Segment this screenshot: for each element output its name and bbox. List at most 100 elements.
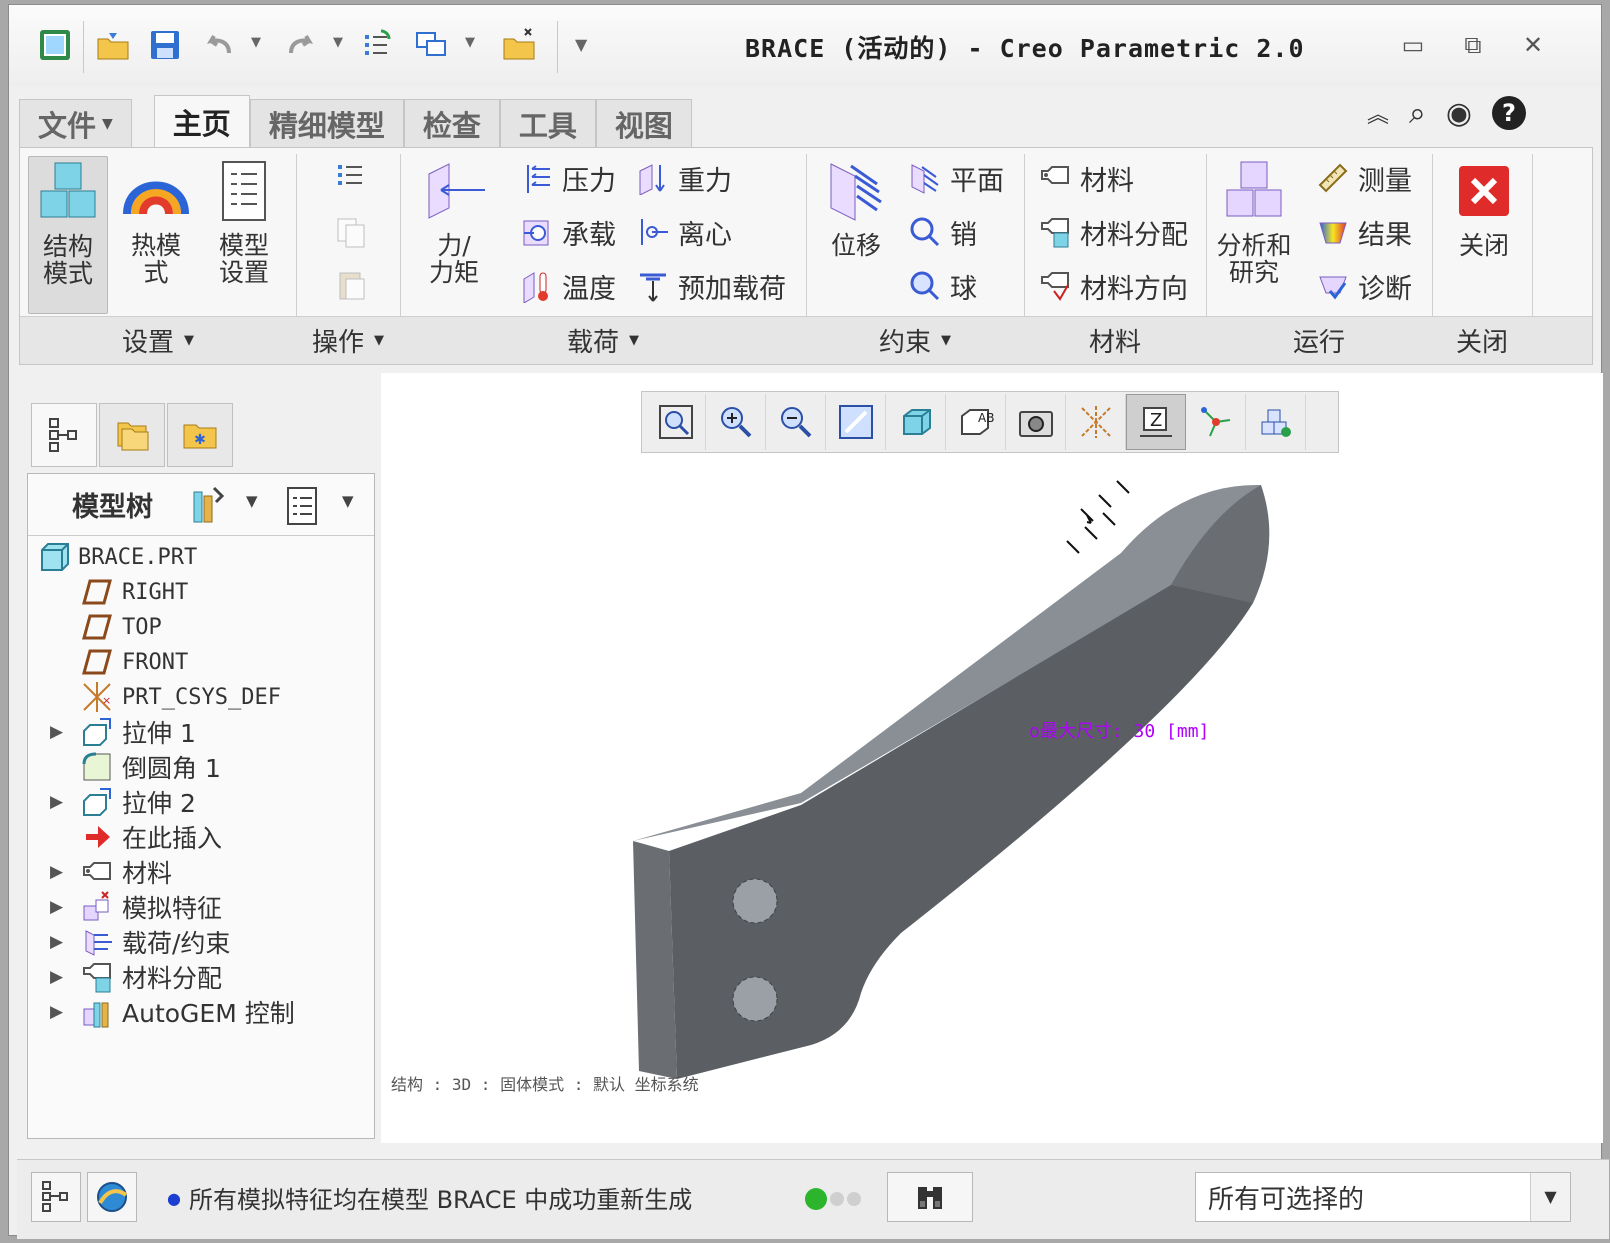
- minimize-ribbon-icon[interactable]: ︽: [1367, 97, 1389, 129]
- open-folder-icon[interactable]: [93, 23, 133, 67]
- saved-orientations-button[interactable]: AB: [946, 394, 1006, 450]
- material-assignment-label: 材料分配: [1080, 219, 1188, 251]
- bearing-button[interactable]: 承载: [520, 212, 616, 252]
- view-manager-button[interactable]: [1006, 394, 1066, 450]
- datum-plane-icon: [80, 575, 114, 609]
- redo-icon[interactable]: [281, 23, 321, 67]
- refit-button[interactable]: [646, 394, 706, 450]
- analyses-studies-button[interactable]: 分析和 研究: [1214, 156, 1294, 286]
- setup-group-button[interactable]: 设置 ▼: [20, 316, 296, 364]
- ball-button[interactable]: 球: [908, 266, 977, 306]
- search-icon[interactable]: ⌕: [1409, 96, 1426, 131]
- material-orientation-button[interactable]: 材料方向: [1038, 266, 1188, 306]
- temperature-button[interactable]: 温度: [520, 266, 616, 306]
- community-icon[interactable]: ◉: [1446, 96, 1472, 131]
- datum-display-button[interactable]: [1066, 394, 1126, 450]
- loads-constraints-icon: [80, 925, 114, 959]
- folder-browser-tab[interactable]: [99, 403, 165, 467]
- preload-button[interactable]: 预加载荷: [636, 266, 786, 306]
- planar-button[interactable]: 平面: [908, 158, 1004, 198]
- zoom-in-button[interactable]: [706, 394, 766, 450]
- display-style-icon: [902, 409, 931, 435]
- repaint-button[interactable]: [826, 394, 886, 450]
- expand-arrow-icon[interactable]: ▶: [50, 932, 66, 952]
- setup-group-label: 设置: [121, 328, 174, 358]
- expand-arrow-icon[interactable]: ▶: [50, 1002, 66, 1022]
- zoom-out-button[interactable]: [766, 394, 826, 450]
- constraints-group-button[interactable]: 约束 ▼: [806, 316, 1024, 364]
- close-window-folder-icon[interactable]: [499, 23, 539, 67]
- loads-group-button[interactable]: 载荷 ▼: [400, 316, 806, 364]
- toggle-browser-button[interactable]: [87, 1172, 137, 1222]
- material-button[interactable]: 材料: [1038, 158, 1134, 198]
- windows-icon[interactable]: [411, 23, 451, 67]
- thermal-mode-label: 热模 式: [130, 231, 181, 287]
- diagnostics-button[interactable]: 诊断: [1316, 266, 1412, 306]
- planar-icon: [911, 164, 939, 194]
- tree-show-icon[interactable]: [282, 484, 322, 528]
- favorites-tab[interactable]: ✱: [167, 403, 233, 467]
- tab-refine-model[interactable]: 精细模型: [249, 99, 404, 147]
- centrifugal-button[interactable]: 离心: [636, 212, 732, 252]
- pressure-button[interactable]: 压力: [520, 158, 616, 198]
- material-label: 材料: [1080, 165, 1134, 197]
- model-setup-label: 模型 设置: [218, 231, 269, 287]
- force-moment-button[interactable]: 力/ 力矩: [414, 156, 494, 286]
- pin-button[interactable]: 销: [908, 212, 977, 252]
- model-tree-panel: 模型树 ▼ ▼ BRACE.PRT RIGHT TOP FRONT × PRT_CSYS_…: [27, 473, 375, 1139]
- tree-item-label: TOP: [122, 614, 162, 640]
- chevron-down-icon[interactable]: ▼: [246, 492, 258, 510]
- tab-file[interactable]: 文件 ▼: [19, 99, 132, 147]
- chevron-down-icon[interactable]: ▼: [1530, 1173, 1570, 1221]
- model-tree-tab[interactable]: [31, 403, 97, 467]
- find-button[interactable]: [887, 1172, 973, 1222]
- tab-inspect[interactable]: 检查: [403, 99, 500, 147]
- tree-item-label: RIGHT: [122, 579, 189, 605]
- expand-arrow-icon[interactable]: ▶: [50, 967, 66, 987]
- toggle-navigator-button[interactable]: [31, 1172, 81, 1222]
- brace-model-view[interactable]: [381, 373, 1603, 1143]
- thermal-mode-button[interactable]: 热模 式: [116, 156, 196, 286]
- tree-item-label: 拉伸 1: [122, 719, 196, 748]
- displacement-button[interactable]: 位移: [816, 156, 896, 259]
- material-assignment-button[interactable]: 材料分配: [1038, 212, 1188, 252]
- restore-icon[interactable]: ⧉: [1453, 27, 1493, 63]
- material-orientation-icon: [1041, 272, 1069, 301]
- results-button[interactable]: 结果: [1316, 212, 1412, 252]
- measure-button[interactable]: 测量: [1316, 158, 1412, 198]
- structure-mode-button[interactable]: 结构 模式: [28, 156, 108, 314]
- save-icon[interactable]: [145, 23, 185, 67]
- regenerate-icon[interactable]: [357, 23, 397, 67]
- tree-item-label: 材料: [122, 859, 173, 888]
- close-icon[interactable]: ✕: [1513, 27, 1553, 63]
- tab-home[interactable]: 主页: [153, 95, 250, 147]
- undo-icon[interactable]: [199, 23, 239, 67]
- minimize-icon[interactable]: ▭: [1393, 27, 1433, 63]
- spin-center-button[interactable]: [1186, 394, 1246, 450]
- regenerate-button[interactable]: [334, 156, 376, 196]
- display-style-button[interactable]: [886, 394, 946, 450]
- model-hole-lower: [732, 976, 778, 1022]
- tab-tools[interactable]: 工具: [499, 99, 596, 147]
- expand-arrow-icon[interactable]: ▶: [50, 722, 66, 742]
- simulation-display-button[interactable]: Z: [1126, 394, 1186, 450]
- copy-button[interactable]: [334, 212, 376, 252]
- preload-label: 预加载荷: [678, 273, 786, 305]
- model-setup-button[interactable]: 模型 设置: [204, 156, 284, 286]
- chevron-down-icon[interactable]: ▼: [342, 492, 354, 510]
- expand-arrow-icon[interactable]: ▶: [50, 897, 66, 917]
- close-simulate-button[interactable]: 关闭: [1444, 156, 1524, 259]
- tree-settings-icon[interactable]: [188, 484, 228, 528]
- ribbon-help-icons: ︽ ⌕ ◉ ?: [1367, 93, 1527, 133]
- appearance-button[interactable]: [1246, 394, 1306, 450]
- expand-arrow-icon[interactable]: ▶: [50, 792, 66, 812]
- customize-toolbar-icon[interactable]: ▼: [575, 35, 589, 54]
- paste-button[interactable]: [334, 264, 376, 304]
- material-icon: [1041, 166, 1069, 184]
- help-icon[interactable]: ?: [1492, 96, 1527, 130]
- selection-filter-select[interactable]: 所有可选择的 ▼: [1195, 1172, 1571, 1222]
- operations-group-button[interactable]: 操作 ▼: [296, 316, 400, 364]
- gravity-button[interactable]: 重力: [636, 158, 732, 198]
- expand-arrow-icon[interactable]: ▶: [50, 862, 66, 882]
- tab-view[interactable]: 视图: [595, 99, 692, 147]
